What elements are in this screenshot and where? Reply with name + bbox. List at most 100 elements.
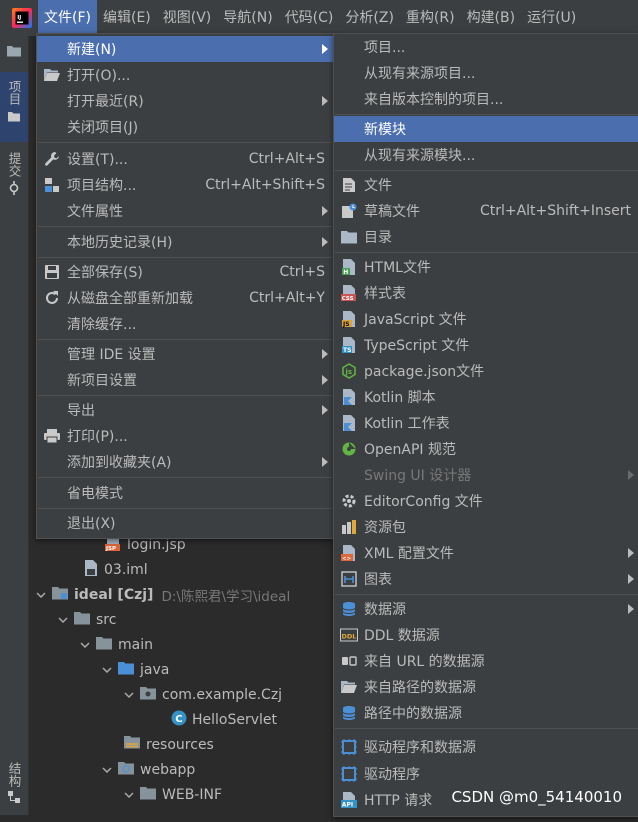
- structure-toolwindow-button[interactable]: 结构: [0, 758, 28, 822]
- project-toolwindow-button[interactable]: 项目: [0, 72, 28, 142]
- chevron-down-icon[interactable]: [79, 639, 91, 651]
- chevron-down-icon[interactable]: [101, 764, 113, 776]
- new-item-xml-config[interactable]: <> XML 配置文件: [334, 540, 638, 566]
- chevron-down-icon[interactable]: [123, 689, 135, 701]
- new-item-project[interactable]: 项目...: [334, 34, 638, 60]
- structure-toolwindow-label: 结构: [6, 762, 22, 787]
- new-item-editorconfig[interactable]: EditorConfig 文件: [334, 488, 638, 514]
- menu-item-label: 添加到收藏夹(A): [67, 455, 172, 471]
- new-submenu: 项目... 从现有来源项目... 来自版本控制的项目... 新模块 从现有来源模…: [333, 33, 638, 817]
- menu-item-new[interactable]: 新建(N): [37, 36, 333, 62]
- menu-item-export[interactable]: 导出: [37, 397, 333, 423]
- menu-code[interactable]: 代码(C): [279, 0, 340, 36]
- menu-item-exit[interactable]: 退出(X): [37, 510, 333, 536]
- menu-item-open-recent[interactable]: 打开最近(R): [37, 88, 333, 114]
- chevron-down-icon[interactable]: [57, 614, 69, 626]
- menu-analyze[interactable]: 分析(Z): [339, 0, 400, 36]
- commit-toolwindow-button[interactable]: 提交: [0, 146, 28, 214]
- menu-view[interactable]: 视图(V): [157, 0, 218, 36]
- new-item-project-from-vcs[interactable]: 来自版本控制的项目...: [334, 86, 638, 112]
- new-item-module-from-sources[interactable]: 从现有来源模块...: [334, 142, 638, 168]
- tree-node[interactable]: C HelloServlet: [171, 707, 277, 732]
- new-item-kotlin-script[interactable]: Kotlin 脚本: [334, 384, 638, 410]
- menu-navigate[interactable]: 导航(N): [217, 0, 278, 36]
- new-item-resource-bundle[interactable]: 资源包: [334, 514, 638, 540]
- chevron-down-icon[interactable]: [101, 664, 113, 676]
- menu-item-label: Swing UI 设计器: [364, 468, 472, 484]
- new-item-directory[interactable]: 目录: [334, 224, 638, 250]
- tree-node[interactable]: WEB-INF: [123, 782, 222, 807]
- project-folder-small-icon: [8, 112, 20, 122]
- new-item-javascript-file[interactable]: JS JavaScript 文件: [334, 306, 638, 332]
- chevron-down-icon[interactable]: [35, 589, 47, 601]
- tree-node[interactable]: java: [101, 657, 169, 682]
- menu-item-file-properties[interactable]: 文件属性: [37, 198, 333, 224]
- new-item-diagram[interactable]: 图表: [334, 566, 638, 592]
- menu-item-open[interactable]: 打开(O)...: [37, 62, 333, 88]
- new-item-driver[interactable]: 驱动程序: [334, 761, 638, 787]
- menu-item-label: 退出(X): [67, 516, 116, 532]
- menu-item-manage-ide-settings[interactable]: 管理 IDE 设置: [37, 341, 333, 367]
- menu-item-add-to-favorites[interactable]: 添加到收藏夹(A): [37, 449, 333, 475]
- svg-text:<>: <>: [342, 556, 352, 562]
- menu-item-shortcut: Ctrl+Alt+S: [248, 151, 325, 167]
- new-item-swing-ui-designer[interactable]: Swing UI 设计器: [334, 462, 638, 488]
- menu-item-label: 文件属性: [67, 204, 123, 220]
- new-item-kotlin-worksheet[interactable]: Kotlin 工作表: [334, 410, 638, 436]
- menu-item-save-all[interactable]: 全部保存(S) Ctrl+S: [37, 259, 333, 285]
- menu-item-power-save[interactable]: 省电模式: [37, 480, 333, 506]
- tree-node[interactable]: src: [57, 607, 116, 632]
- menu-refactor[interactable]: 重构(R): [400, 0, 461, 36]
- menu-item-local-history[interactable]: 本地历史记录(H): [37, 229, 333, 255]
- new-item-data-source[interactable]: 数据源: [334, 596, 638, 622]
- menu-item-project-structure[interactable]: 项目结构... Ctrl+Alt+Shift+S: [37, 172, 333, 198]
- new-item-package-json[interactable]: js package.json文件: [334, 358, 638, 384]
- menu-run[interactable]: 运行(U): [521, 0, 582, 36]
- new-item-html-file[interactable]: H HTML文件: [334, 254, 638, 280]
- new-item-project-from-sources[interactable]: 从现有来源项目...: [334, 60, 638, 86]
- new-item-typescript-file[interactable]: TS TypeScript 文件: [334, 332, 638, 358]
- openapi-icon: [340, 440, 358, 458]
- tree-node[interactable]: ideal [Czj] D:\陈熙君\学习\ideal: [35, 582, 290, 607]
- menu-item-close-project[interactable]: 关闭项目(J): [37, 114, 333, 140]
- menu-item-label: 新项目设置: [67, 373, 137, 389]
- svg-text:API: API: [342, 802, 353, 809]
- new-item-stylesheet[interactable]: CSS 样式表: [334, 280, 638, 306]
- tree-node[interactable]: com.example.Czj: [123, 682, 282, 707]
- menu-edit[interactable]: 编辑(E): [97, 0, 157, 36]
- tree-node[interactable]: 03.iml: [83, 557, 148, 582]
- project-folder-icon[interactable]: [0, 44, 28, 66]
- tree-node[interactable]: main: [79, 632, 153, 657]
- submenu-arrow-icon: [628, 548, 634, 558]
- menu-separator: [38, 339, 332, 340]
- menu-item-label: OpenAPI 规范: [364, 442, 456, 458]
- tree-node[interactable]: resources: [123, 732, 214, 757]
- new-item-driver-and-data-source[interactable]: 驱动程序和数据源: [334, 734, 638, 760]
- intellij-logo-icon[interactable]: IJ: [8, 7, 36, 29]
- menu-item-settings[interactable]: 设置(T)... Ctrl+Alt+S: [37, 146, 333, 172]
- menu-item-reload-all[interactable]: 从磁盘全部重新加载 Ctrl+Alt+Y: [37, 285, 333, 311]
- chevron-down-icon[interactable]: [123, 789, 135, 801]
- svg-text:H: H: [343, 269, 348, 276]
- tree-node[interactable]: webapp: [101, 757, 195, 782]
- menu-file[interactable]: 文件(F): [38, 0, 97, 36]
- menu-item-invalidate-caches[interactable]: 清除缓存...: [37, 311, 333, 337]
- new-item-ddl-data-source[interactable]: DDL DDL 数据源: [334, 622, 638, 648]
- menu-item-print[interactable]: 打印(P)...: [37, 423, 333, 449]
- project-structure-icon: [43, 176, 61, 194]
- svg-text:JS: JS: [342, 321, 350, 328]
- new-item-url-data-source[interactable]: 来自 URL 的数据源: [334, 648, 638, 674]
- folder-datasource-icon: [340, 678, 358, 696]
- new-item-openapi[interactable]: OpenAPI 规范: [334, 436, 638, 462]
- svg-text:TS: TS: [343, 347, 351, 354]
- svg-text:js: js: [345, 368, 353, 376]
- new-item-path-data-source[interactable]: 来自路径的数据源: [334, 674, 638, 700]
- new-item-data-source-in-path[interactable]: 路径中的数据源: [334, 700, 638, 726]
- new-item-file[interactable]: 文件: [334, 172, 638, 198]
- menu-build[interactable]: 构建(B): [461, 0, 522, 36]
- new-item-scratch-file[interactable]: 草稿文件 Ctrl+Alt+Shift+Insert: [334, 198, 638, 224]
- menu-item-new-project-settings[interactable]: 新项目设置: [37, 367, 333, 393]
- menu-item-label: Kotlin 脚本: [364, 390, 436, 406]
- new-item-module[interactable]: 新模块: [334, 116, 638, 142]
- menu-item-label: 来自路径的数据源: [364, 680, 476, 696]
